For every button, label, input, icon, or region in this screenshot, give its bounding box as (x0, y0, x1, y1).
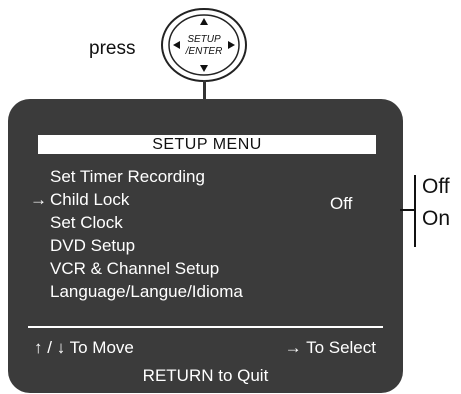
menu-item-label: Set Clock (50, 213, 123, 232)
help-quit: RETURN to Quit (142, 366, 269, 385)
option-bracket (398, 171, 424, 249)
selection-cursor-icon: → (30, 190, 47, 209)
press-label: press (89, 38, 136, 59)
help-move: ↑ / ↓ To Move (34, 337, 134, 359)
menu-list: Set Timer Recording → Child Lock Set Clo… (30, 165, 243, 303)
right-arrow-icon: → (284, 338, 302, 357)
setup-enter-button[interactable]: SETUP /ENTER (159, 6, 249, 84)
menu-item-dvd-setup[interactable]: DVD Setup (36, 234, 243, 257)
button-text-line2: /ENTER (185, 46, 223, 57)
up-arrow-icon: ↑ (34, 338, 43, 357)
setup-menu-screen: SETUP MENU Set Timer Recording → Child L… (8, 99, 403, 393)
menu-item-language[interactable]: Language/Langue/Idioma (36, 280, 243, 303)
help-select: → To Select (285, 337, 376, 359)
menu-item-label: Child Lock (50, 190, 130, 209)
menu-item-set-timer-recording[interactable]: Set Timer Recording (36, 165, 243, 188)
help-move-text: To Move (69, 338, 134, 357)
menu-item-label: Set Timer Recording (50, 167, 205, 186)
menu-item-label: DVD Setup (50, 236, 136, 255)
option-on: On (422, 207, 451, 230)
menu-title: SETUP MENU (152, 136, 262, 153)
menu-divider (28, 326, 383, 328)
help-select-text: To Select (306, 338, 376, 357)
menu-item-child-lock[interactable]: → Child Lock (30, 188, 243, 211)
button-text-line1: SETUP (187, 34, 221, 45)
menu-item-label: Language/Langue/Idioma (50, 282, 243, 301)
menu-title-bar: SETUP MENU (38, 135, 376, 154)
menu-item-label: VCR & Channel Setup (50, 259, 220, 278)
arrow-separator: / (47, 338, 52, 357)
menu-item-set-clock[interactable]: Set Clock (36, 211, 243, 234)
child-lock-value: Off (330, 194, 353, 213)
option-off: Off (422, 175, 450, 198)
dpad-setup-enter-icon: SETUP /ENTER (161, 8, 247, 82)
down-arrow-icon: ↓ (56, 338, 66, 357)
menu-item-vcr-channel-setup[interactable]: VCR & Channel Setup (36, 257, 243, 280)
